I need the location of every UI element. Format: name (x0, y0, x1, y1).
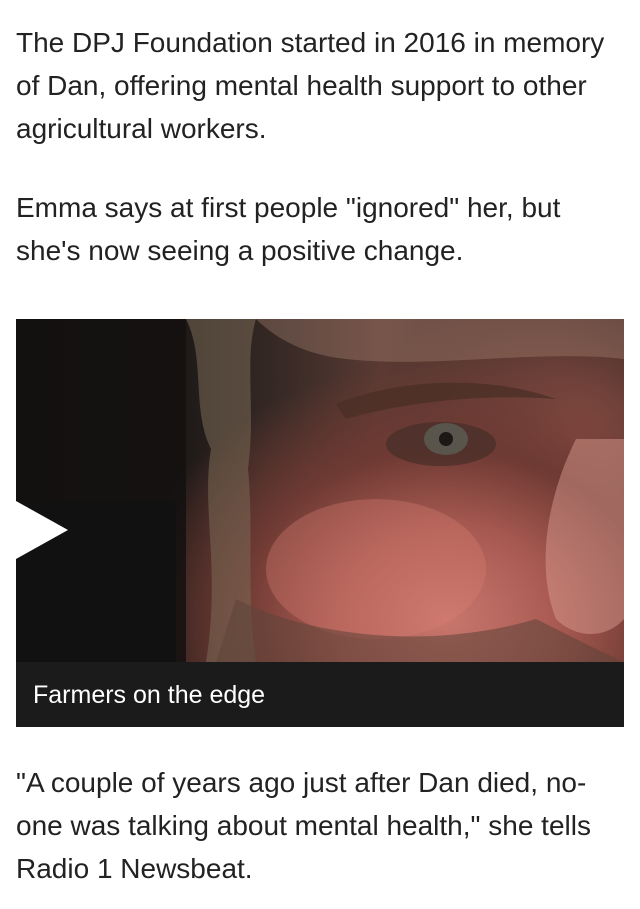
play-icon[interactable] (16, 501, 68, 559)
article-paragraph: The DPJ Foundation started in 2016 in me… (16, 27, 605, 144)
article-paragraph: "A couple of years ago just after Dan di… (16, 767, 591, 884)
video-caption-bar: Farmers on the edge (16, 662, 624, 727)
article-paragraph: Emma says at first people "ignored" her,… (16, 192, 561, 266)
play-button[interactable] (16, 501, 176, 662)
video-player[interactable]: Farmers on the edge (16, 319, 624, 727)
video-caption: Farmers on the edge (33, 681, 266, 709)
video-thumbnail[interactable] (16, 319, 624, 662)
